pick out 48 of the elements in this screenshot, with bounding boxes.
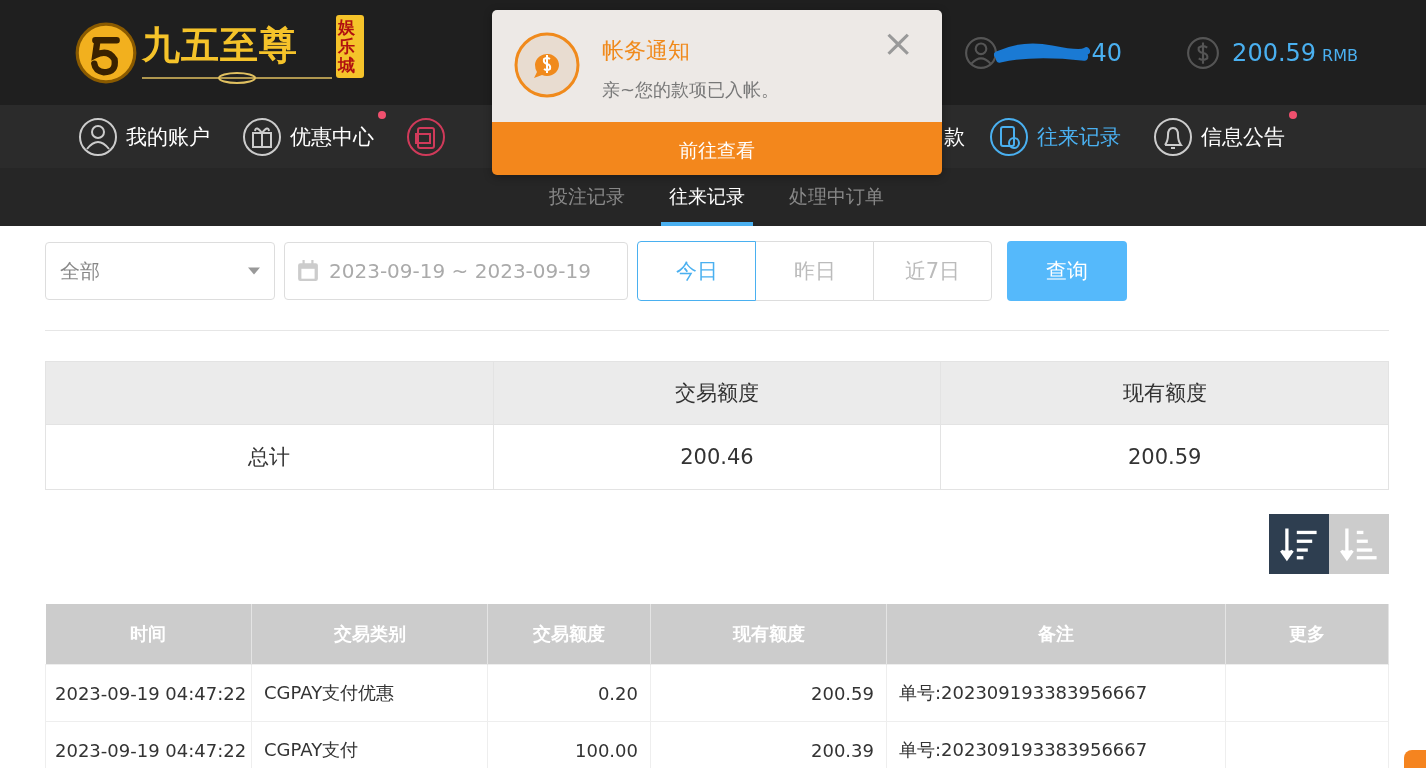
table-cell: 100.00 (575, 739, 638, 761)
sort-descending-button[interactable] (1269, 514, 1329, 574)
user-icon (78, 116, 118, 157)
range-button[interactable]: 今日 (637, 241, 756, 301)
logo-icon (74, 20, 138, 85)
gift-icon (242, 116, 282, 157)
summary-cell: 200.46 (493, 424, 941, 490)
nav-item[interactable]: 优惠中心 (242, 110, 386, 163)
wallet-icon (406, 116, 446, 157)
nav-item[interactable]: 款 (944, 116, 969, 157)
bell-icon (1153, 116, 1193, 157)
table-cell: CGPAY支付 (264, 739, 359, 760)
type-select[interactable]: 全部 (45, 242, 275, 300)
table-cell: 200.59 (811, 682, 874, 704)
summary-header: 交易额度 (493, 361, 941, 425)
summary-label: 总计 (45, 424, 494, 490)
summary-cell: 200.59 (940, 424, 1389, 490)
username: 40 (1091, 38, 1123, 67)
logo-badge: 娱乐城 (336, 15, 364, 78)
table-cell: 0.20 (597, 682, 638, 704)
sub-tab[interactable]: 处理中订单 (780, 172, 892, 226)
table-cell: 2023-09-19 04:47:22 (55, 682, 247, 704)
date-range-field[interactable]: 2023-09-19 ~ 2023-09-19 (284, 242, 628, 300)
nav-item[interactable]: 我的账户 (78, 110, 222, 163)
table-cell: 单号:202309193383956667 (899, 739, 1148, 760)
sub-tab[interactable]: 投注记录 (540, 172, 633, 226)
close-button[interactable]: × (882, 24, 914, 62)
notification-title: 帐务通知 (602, 37, 691, 65)
table-cell: CGPAY支付优惠 (264, 682, 395, 703)
chat-dollar-icon (514, 32, 580, 98)
calendar-icon (297, 260, 319, 282)
notification-message: 亲~您的款项已入帐。 (602, 78, 780, 102)
ornament-icon (142, 71, 332, 85)
table-cell: 单号:202309193383956667 (899, 682, 1148, 703)
nav-item[interactable]: 往来记录 (989, 110, 1133, 163)
caret-icon (248, 267, 260, 275)
nav-item[interactable]: 信息公告 (1153, 110, 1297, 163)
balance: 200.59 (1232, 38, 1317, 67)
currency: RMB (1322, 46, 1358, 65)
logo-name: 九五至尊 (142, 22, 299, 69)
dollar-icon (1186, 35, 1221, 70)
view-button[interactable]: 前往查看 (492, 122, 942, 175)
table-cell: 200.39 (811, 739, 874, 761)
user-icon (963, 35, 998, 70)
side-tab[interactable] (1404, 750, 1426, 768)
table-cell: 2023-09-19 04:47:22 (55, 739, 247, 761)
summary-header: 现有额度 (940, 361, 1389, 425)
record-icon (989, 116, 1029, 157)
